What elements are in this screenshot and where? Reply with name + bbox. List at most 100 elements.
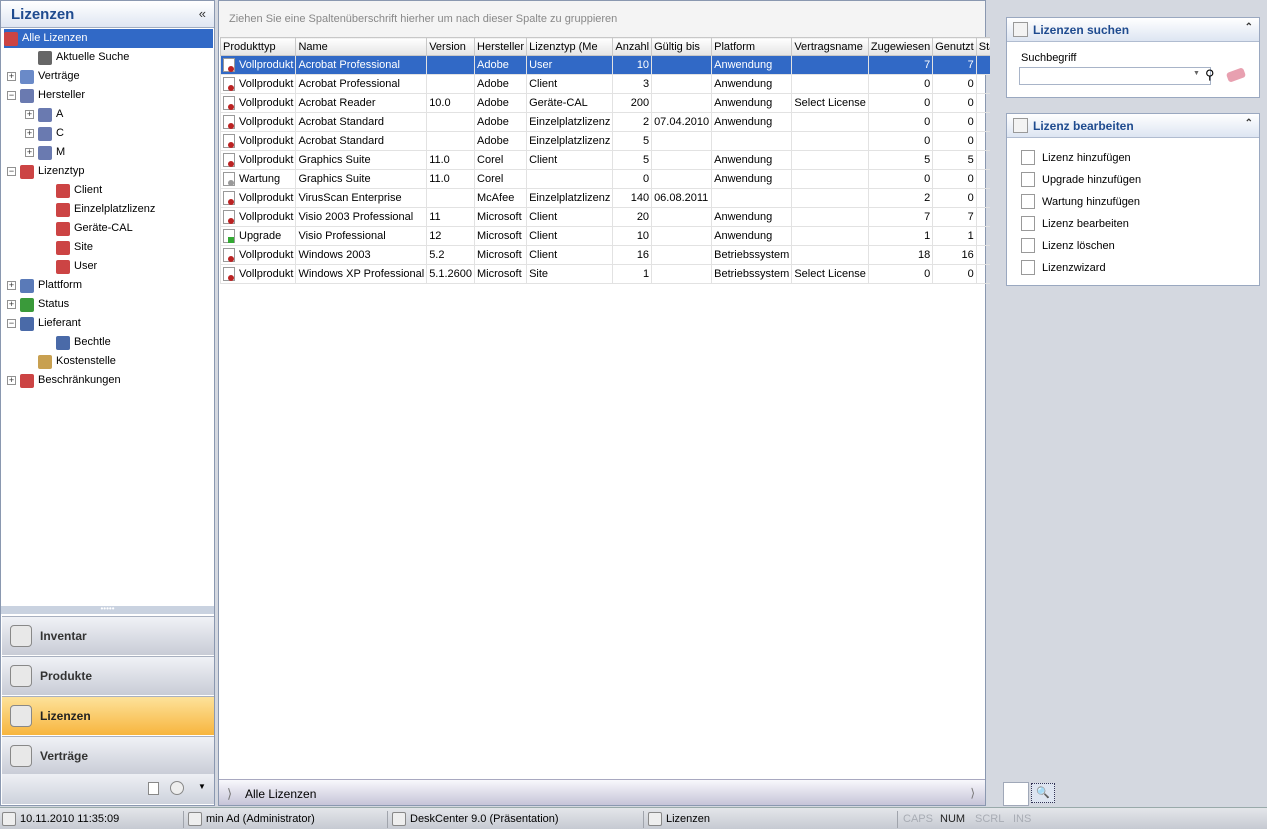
table-cell: Adobe xyxy=(474,74,528,94)
group-by-area[interactable]: Ziehen Sie eine Spaltenüberschrift hierh… xyxy=(219,1,985,37)
tree-item-label: Verträge xyxy=(38,70,80,82)
splitter-handle[interactable]: ••••• xyxy=(1,605,214,614)
task-link[interactable]: Lizenzwizard xyxy=(1007,257,1259,279)
binoculars-icon[interactable]: ⚲ xyxy=(1205,67,1215,83)
expand-icon[interactable]: + xyxy=(7,72,16,81)
table-cell xyxy=(791,131,869,151)
task-link[interactable]: Lizenz löschen xyxy=(1007,235,1259,257)
search-input[interactable] xyxy=(1019,67,1211,85)
table-cell xyxy=(651,93,713,113)
tab-edit[interactable] xyxy=(1003,782,1029,806)
table-cell: 0 xyxy=(932,169,977,189)
tree-item[interactable]: Site xyxy=(56,238,93,257)
table-row[interactable]: Wartung Graphics Suite 11.0 Corel 0 Anwendung… xyxy=(219,169,1013,189)
tree-node-icon xyxy=(20,164,34,179)
collapse-icon[interactable]: − xyxy=(7,167,16,176)
task-link[interactable]: Wartung hinzufügen xyxy=(1007,191,1259,213)
table-cell: 20 xyxy=(612,207,653,227)
column-header[interactable]: Platform xyxy=(711,37,793,56)
nav-button-verträge[interactable]: Verträge xyxy=(2,736,214,775)
tree-item[interactable]: + Beschränkungen xyxy=(7,371,121,390)
collapse-icon[interactable]: ⌃ xyxy=(1245,22,1253,33)
tree-item[interactable]: User xyxy=(56,257,97,276)
column-header[interactable]: Version xyxy=(426,37,476,56)
column-header[interactable]: Anzahl xyxy=(612,37,653,56)
column-header[interactable]: Vertragsname xyxy=(791,37,869,56)
tree-item[interactable]: Einzelplatzlizenz xyxy=(56,200,155,219)
tree-item[interactable]: Geräte-CAL xyxy=(56,219,133,238)
tab-search[interactable]: 🔍 xyxy=(1031,783,1055,803)
tree-item[interactable]: + A xyxy=(25,105,63,124)
task-icon xyxy=(1021,260,1035,275)
tree-item[interactable]: Alle Lizenzen xyxy=(4,29,213,48)
nav-button-inventar[interactable]: Inventar xyxy=(2,616,214,655)
table-cell: 0 xyxy=(932,112,977,132)
column-header[interactable]: Hersteller xyxy=(474,37,528,56)
collapse-icon[interactable]: − xyxy=(7,91,16,100)
column-header[interactable]: Name xyxy=(295,37,428,56)
tree-node-icon xyxy=(38,145,52,160)
tree-item[interactable]: − Lieferant xyxy=(7,314,81,333)
tree-item[interactable]: + Verträge xyxy=(7,67,80,86)
table-row[interactable]: Vollprodukt Acrobat Professional Adobe User… xyxy=(219,55,1013,75)
cell-text: Vollprodukt xyxy=(239,191,294,204)
tree-item[interactable]: Client xyxy=(56,181,102,200)
tree-item[interactable]: + C xyxy=(25,124,64,143)
tree-item[interactable]: Kostenstelle xyxy=(38,352,116,371)
collapse-button[interactable]: « xyxy=(199,6,206,21)
table-row[interactable]: Vollprodukt Acrobat Standard Adobe Einzelpl… xyxy=(219,112,1013,132)
task-link[interactable]: Lizenz hinzufügen xyxy=(1007,147,1259,169)
dropdown-arrow-icon[interactable]: ▼ xyxy=(198,782,206,791)
column-header[interactable]: Produkttyp xyxy=(219,37,297,56)
tree-item[interactable]: + Status xyxy=(7,295,69,314)
table-row[interactable]: Upgrade Visio Professional 12 Microsoft Clie… xyxy=(219,226,1013,246)
chevron-down-icon[interactable]: ▼ xyxy=(1193,70,1200,77)
table-cell: 7 xyxy=(932,207,977,227)
expand-icon[interactable]: + xyxy=(7,300,16,309)
tree-item[interactable]: − Hersteller xyxy=(7,86,85,105)
table-row[interactable]: Vollprodukt Acrobat Professional Adobe Clie… xyxy=(219,74,1013,94)
table-cell xyxy=(651,131,713,151)
nav-button-produkte[interactable]: Produkte xyxy=(2,656,214,695)
column-header[interactable]: Zugewiesen xyxy=(867,37,934,56)
nav-label: Lizenzen xyxy=(40,709,91,723)
table-row[interactable]: Vollprodukt Windows XP Professional 5.1.26… xyxy=(219,264,1013,284)
table-cell: 0 xyxy=(867,131,934,151)
report-icon[interactable] xyxy=(148,782,159,795)
tree-item[interactable]: + Plattform xyxy=(7,276,82,295)
tree-node-icon xyxy=(20,297,34,312)
tree-item[interactable]: Bechtle xyxy=(56,333,111,352)
table-cell: Select License xyxy=(791,93,869,113)
expand-icon[interactable]: + xyxy=(7,281,16,290)
expand-icon[interactable]: + xyxy=(7,376,16,385)
configure-icon[interactable] xyxy=(170,781,184,795)
nav-button-lizenzen[interactable]: Lizenzen xyxy=(2,696,214,735)
nav-footer: ▼ xyxy=(2,774,214,804)
table-row[interactable]: Vollprodukt Windows 2003 5.2 Microsoft Clien… xyxy=(219,245,1013,265)
user-icon xyxy=(188,812,202,826)
table-row[interactable]: Vollprodukt Acrobat Reader 10.0 Adobe Geräte… xyxy=(219,93,1013,113)
expand-icon[interactable]: + xyxy=(25,110,34,119)
column-header[interactable]: Lizenztyp (Me xyxy=(526,37,614,56)
expand-icon[interactable]: + xyxy=(25,148,34,157)
table-row[interactable]: Vollprodukt VirusScan Enterprise McAfee Ein… xyxy=(219,188,1013,208)
column-header[interactable]: Genutzt xyxy=(932,37,977,56)
table-cell xyxy=(711,131,793,151)
eraser-icon[interactable] xyxy=(1225,67,1247,83)
expand-icon[interactable]: + xyxy=(25,129,34,138)
tree-item[interactable]: + M xyxy=(25,143,65,162)
table-row[interactable]: Vollprodukt Visio 2003 Professional 11 Micr… xyxy=(219,207,1013,227)
collapse-icon[interactable]: − xyxy=(7,319,16,328)
tree-item[interactable]: − Lizenztyp xyxy=(7,162,84,181)
tree-item[interactable]: Aktuelle Suche xyxy=(38,48,129,67)
table-cell: Adobe xyxy=(474,55,528,75)
task-link[interactable]: Upgrade hinzufügen xyxy=(1007,169,1259,191)
task-link[interactable]: Lizenz bearbeiten xyxy=(1007,213,1259,235)
cell-produkttyp: Vollprodukt xyxy=(219,55,297,75)
table-row[interactable]: Vollprodukt Graphics Suite 11.0 Corel Client… xyxy=(219,150,1013,170)
column-header[interactable]: Gültig bis xyxy=(651,37,713,56)
collapse-icon[interactable]: ⌃ xyxy=(1245,118,1253,129)
pin-icon[interactable]: ⟩ xyxy=(970,786,975,800)
tree-item-label: Hersteller xyxy=(38,89,86,101)
table-row[interactable]: Vollprodukt Acrobat Standard Adobe Einzelpl… xyxy=(219,131,1013,151)
